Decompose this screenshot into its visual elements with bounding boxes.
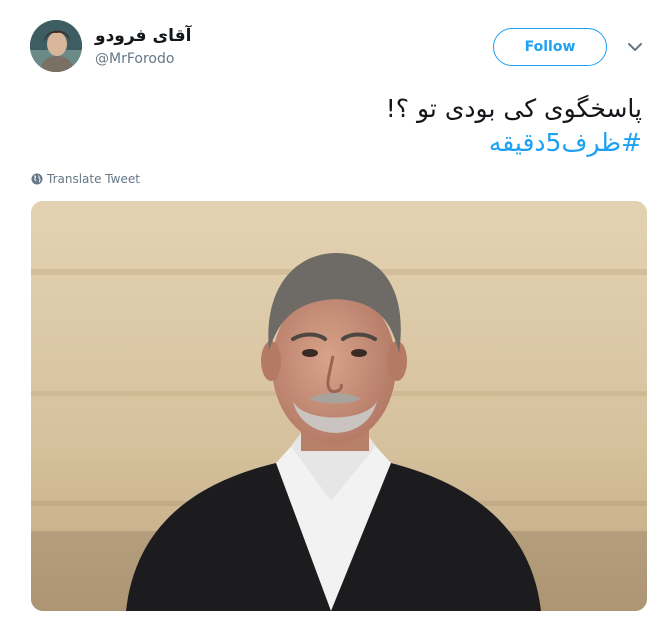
- tweet-hashtag-link[interactable]: #ظرف5دقیقه: [489, 128, 642, 157]
- author-display-name[interactable]: آقای فرودو: [95, 26, 191, 46]
- avatar-photo-icon: [30, 20, 82, 72]
- tweet-card: آقای فرودو @MrForodo Follow پاسخگوی کی ب…: [0, 0, 668, 620]
- translate-tweet-link[interactable]: Translate Tweet: [31, 172, 140, 186]
- tweet-text: پاسخگوی کی بودی تو ؟!: [385, 94, 642, 123]
- tweet-photo[interactable]: [31, 201, 647, 611]
- chevron-down-icon[interactable]: [626, 40, 644, 54]
- globe-icon: [31, 173, 43, 185]
- author-handle[interactable]: @MrForodo: [95, 51, 174, 67]
- author-avatar[interactable]: [30, 20, 82, 72]
- follow-button[interactable]: Follow: [493, 28, 607, 66]
- translate-tweet-label: Translate Tweet: [47, 172, 140, 186]
- portrait-photo: [31, 201, 647, 611]
